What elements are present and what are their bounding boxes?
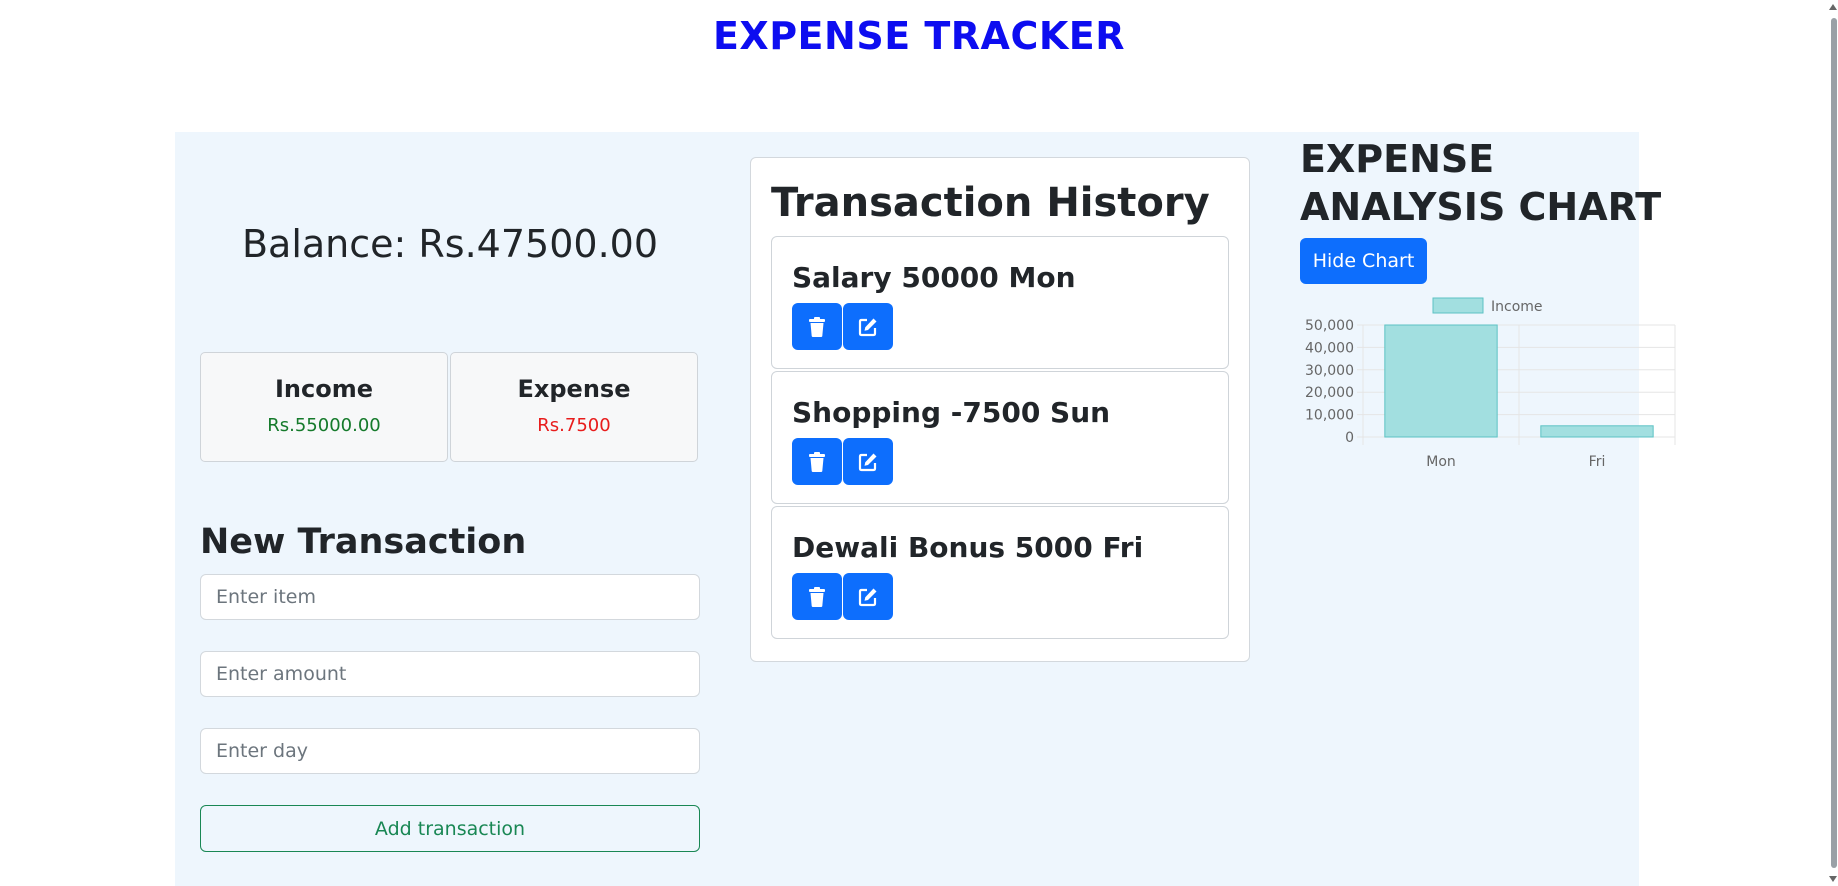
scrollbar-thumb[interactable] bbox=[1831, 18, 1837, 868]
expense-value: Rs.7500 bbox=[537, 415, 611, 436]
bar-mon bbox=[1384, 324, 1498, 438]
trash-icon bbox=[809, 451, 825, 472]
transaction-history-title: Transaction History bbox=[771, 180, 1210, 226]
transaction-text: Shopping -7500 Sun bbox=[792, 396, 1111, 429]
transaction-list: Salary 50000 Mon Shopping -7500 Sun Dewa… bbox=[771, 236, 1229, 641]
item-input[interactable] bbox=[200, 574, 700, 620]
bar-fri bbox=[1540, 425, 1654, 438]
scroll-down-arrow-icon[interactable] bbox=[1829, 876, 1837, 882]
legend-swatch bbox=[1432, 297, 1484, 314]
scroll-up-arrow-icon[interactable] bbox=[1829, 4, 1837, 10]
app-title: EXPENSE TRACKER bbox=[712, 14, 1126, 58]
income-label: Income bbox=[274, 375, 373, 403]
new-transaction-title: New Transaction bbox=[200, 522, 527, 562]
income-card: Income Rs.55000.00 bbox=[200, 352, 448, 462]
transaction-item: Dewali Bonus 5000 Fri bbox=[771, 506, 1229, 639]
transaction-item: Salary 50000 Mon bbox=[771, 236, 1229, 369]
y-tick-label: 50,000 bbox=[1305, 318, 1354, 334]
balance-display: Balance: Rs.47500.00 bbox=[241, 222, 659, 266]
y-tick-label: 0 bbox=[1345, 430, 1354, 446]
trash-icon bbox=[809, 316, 825, 337]
day-input[interactable] bbox=[200, 728, 700, 774]
scrollbar[interactable] bbox=[1828, 0, 1838, 886]
expense-analysis-title: EXPENSE ANALYSIS CHART bbox=[1300, 137, 1662, 229]
y-tick-label: 10,000 bbox=[1305, 408, 1354, 424]
transaction-text: Salary 50000 Mon bbox=[792, 261, 1076, 294]
transaction-history-card: Transaction History Salary 50000 Mon Sho… bbox=[750, 157, 1250, 662]
edit-button[interactable] bbox=[843, 573, 893, 620]
transaction-text: Dewali Bonus 5000 Fri bbox=[792, 531, 1144, 564]
edit-button[interactable] bbox=[843, 303, 893, 350]
add-transaction-button[interactable]: Add transaction bbox=[200, 805, 700, 852]
edit-button[interactable] bbox=[843, 438, 893, 485]
delete-button[interactable] bbox=[792, 303, 842, 350]
income-value: Rs.55000.00 bbox=[267, 415, 381, 436]
legend-label: Income bbox=[1491, 299, 1543, 315]
amount-input[interactable] bbox=[200, 651, 700, 697]
transaction-item: Shopping -7500 Sun bbox=[771, 371, 1229, 504]
x-tick-label: Fri bbox=[1589, 454, 1606, 470]
expense-card: Expense Rs.7500 bbox=[450, 352, 698, 462]
delete-button[interactable] bbox=[792, 438, 842, 485]
y-tick-label: 40,000 bbox=[1305, 340, 1354, 356]
y-tick-label: 30,000 bbox=[1305, 363, 1354, 379]
edit-icon bbox=[858, 588, 877, 606]
edit-icon bbox=[858, 318, 877, 336]
expense-label: Expense bbox=[517, 375, 631, 403]
delete-button[interactable] bbox=[792, 573, 842, 620]
x-tick-label: Mon bbox=[1426, 454, 1456, 470]
hide-chart-button[interactable]: Hide Chart bbox=[1300, 238, 1427, 284]
trash-icon bbox=[809, 586, 825, 607]
y-tick-label: 20,000 bbox=[1305, 385, 1354, 401]
expense-chart: 50,000 40,000 30,000 20,000 10,000 0 Mon Fri Inc… bbox=[1305, 297, 1676, 470]
edit-icon bbox=[858, 453, 877, 471]
